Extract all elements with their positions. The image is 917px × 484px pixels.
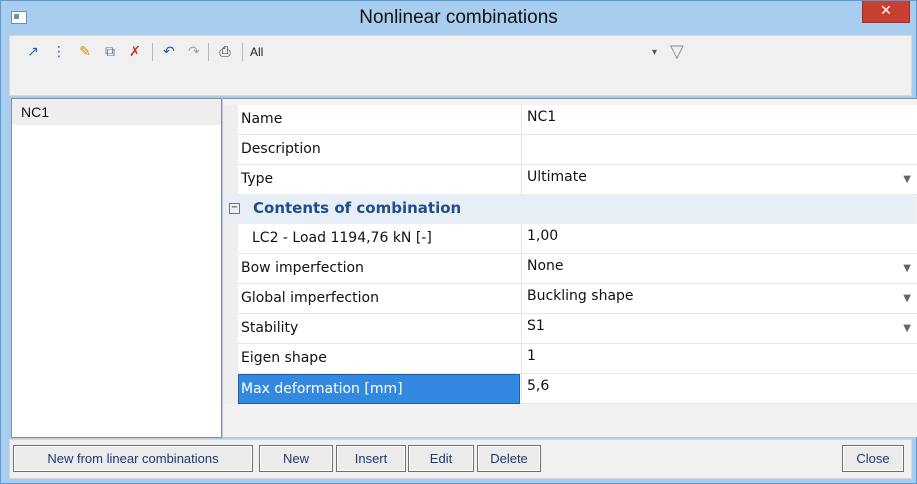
copy-icon[interactable]: ⧉ (101, 43, 119, 61)
property-row-stability: Stability S1 ▼ (223, 314, 917, 344)
property-row-bow: Bow imperfection None ▼ (223, 254, 917, 284)
collapse-icon[interactable]: − (229, 203, 240, 214)
toolbar: ↗ ⋮ ✎ ⧉ ✗ ↶ ↷ ⎙ All ▾ ▽ (9, 35, 912, 96)
chevron-down-icon[interactable]: ▼ (903, 323, 911, 334)
close-window-button[interactable]: ✕ (862, 1, 910, 23)
description-label: Description (241, 141, 321, 157)
global-select[interactable]: Buckling shape (527, 288, 634, 304)
chevron-down-icon[interactable]: ▼ (903, 174, 911, 185)
name-field[interactable]: NC1 (527, 109, 556, 125)
dialog-window: Nonlinear combinations ✕ ↗ ⋮ ✎ ⧉ ✗ ↶ ↷ ⎙… (0, 0, 917, 484)
new-icon[interactable]: ↗ (24, 43, 42, 61)
lc2-coefficient-field[interactable]: 1,00 (527, 228, 558, 244)
property-grid: Name NC1 Description Type Ultimate ▼ − Co… (223, 98, 917, 437)
property-row-name: Name NC1 (223, 105, 917, 135)
chevron-down-icon[interactable]: ▼ (903, 293, 911, 304)
global-label: Global imperfection (241, 290, 379, 306)
property-row-global: Global imperfection Buckling shape ▼ (223, 284, 917, 314)
titlebar: Nonlinear combinations ✕ (1, 1, 916, 35)
property-row-maxdef: Max deformation [mm] 5,6 (223, 374, 917, 404)
toolbar-separator (242, 43, 243, 61)
edit-icon[interactable]: ✎ (76, 43, 94, 61)
list-item[interactable]: NC1 (12, 99, 221, 125)
property-row-eigen: Eigen shape 1 (223, 344, 917, 374)
property-row-lc2: LC2 - Load 1194,76 kN [-] 1,00 (223, 224, 917, 254)
bow-select[interactable]: None (527, 258, 564, 274)
delete-icon[interactable]: ✗ (126, 43, 144, 61)
filter-select[interactable]: All (250, 45, 263, 59)
funnel-icon[interactable]: ▽ (670, 41, 684, 62)
maxdef-label: Max deformation [mm] (241, 381, 403, 397)
section-title: Contents of combination (253, 199, 462, 217)
filter-list-icon[interactable]: ⋮ (50, 43, 68, 61)
selected-row-highlight: Max deformation [mm] (238, 374, 520, 404)
insert-button[interactable]: Insert (336, 445, 406, 472)
window-title: Nonlinear combinations (359, 7, 558, 28)
toolbar-separator (152, 43, 153, 61)
chevron-down-icon[interactable]: ▼ (903, 263, 911, 274)
print-icon[interactable]: ⎙ (216, 43, 234, 61)
stability-select[interactable]: S1 (527, 318, 545, 334)
delete-button[interactable]: Delete (477, 445, 541, 472)
lc2-label: LC2 - Load 1194,76 kN [-] (252, 230, 432, 246)
bow-label: Bow imperfection (241, 260, 364, 276)
property-row-type: Type Ultimate ▼ (223, 165, 917, 195)
undo-icon[interactable]: ↶ (160, 43, 178, 61)
new-button[interactable]: New (259, 445, 333, 472)
redo-icon[interactable]: ↷ (185, 43, 203, 61)
eigen-field[interactable]: 1 (527, 348, 536, 364)
section-contents-of-combination[interactable]: − Contents of combination (223, 194, 916, 224)
type-label: Type (241, 171, 274, 187)
name-label: Name (241, 111, 283, 127)
button-bar: New from linear combinations New Insert … (9, 439, 912, 479)
stability-label: Stability (241, 320, 299, 336)
new-from-linear-button[interactable]: New from linear combinations (13, 445, 253, 472)
eigen-label: Eigen shape (241, 350, 327, 366)
chevron-down-icon[interactable]: ▾ (652, 47, 657, 58)
combination-list: NC1 (11, 98, 222, 438)
property-row-description: Description (223, 135, 917, 165)
type-select[interactable]: Ultimate (527, 169, 587, 185)
toolbar-separator (208, 43, 209, 61)
close-button[interactable]: Close (842, 445, 904, 472)
edit-button[interactable]: Edit (408, 445, 474, 472)
maxdef-field[interactable]: 5,6 (527, 378, 549, 394)
